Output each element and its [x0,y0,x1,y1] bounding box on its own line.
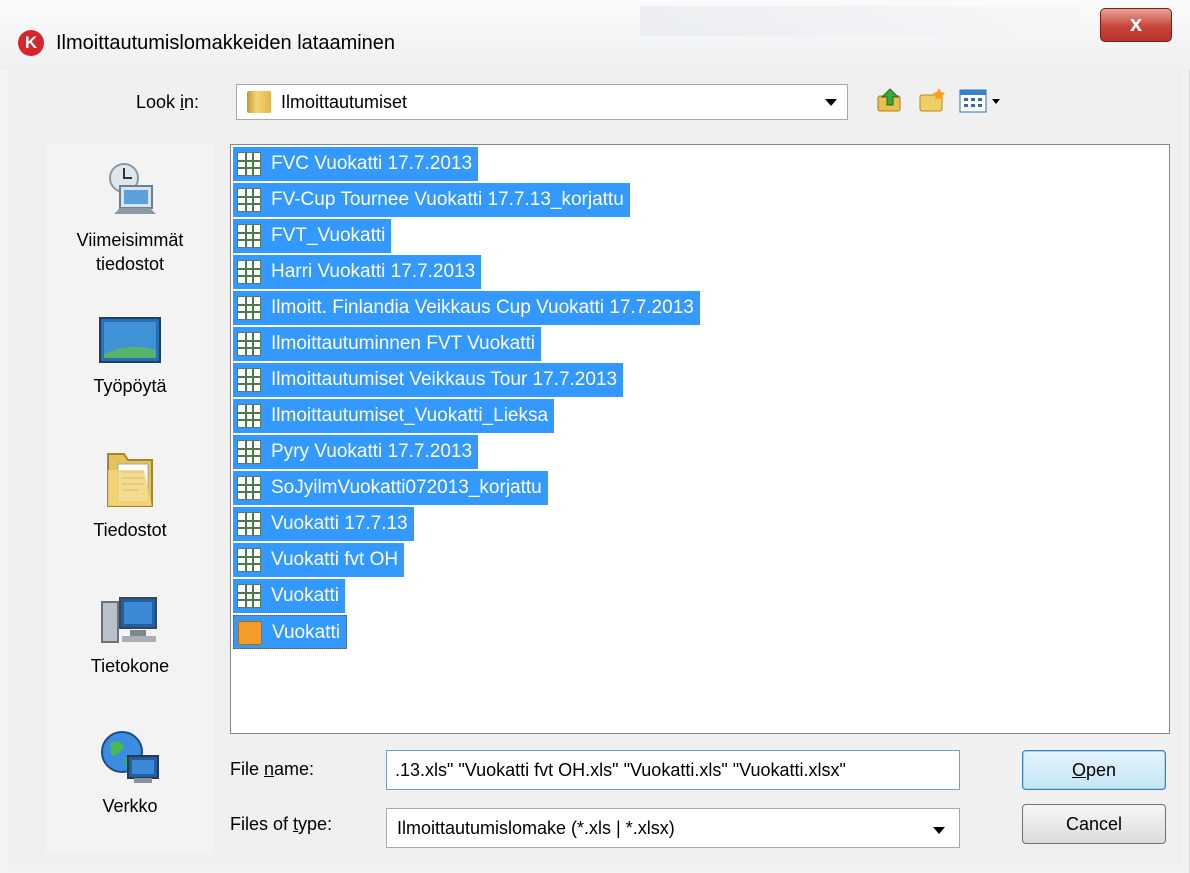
spreadsheet-file-icon [237,368,261,392]
documents-icon [107,453,153,507]
view-menu-icon[interactable] [958,86,1004,114]
place-label: Työpöytä [93,376,167,396]
place-documents[interactable]: Tiedostot [46,448,214,542]
spreadsheet-file-icon [237,224,261,248]
file-item[interactable]: Ilmoittautuminnen FVT Vuokatti [233,327,542,361]
window-title: Ilmoittautumislomakkeiden lataaminen [56,32,396,54]
spreadsheet-file-icon [237,584,261,608]
filetype-label: Files of type: [230,814,333,834]
lookin-label: Look in: [136,92,200,112]
place-label: Verkko [102,796,158,816]
spreadsheet-file-icon [237,260,261,284]
place-label: Viimeisimmät tiedostot [76,230,184,274]
spreadsheet-file-icon [237,152,261,176]
place-label: Tietokone [90,656,170,676]
file-item[interactable]: Ilmoitt. Finlandia Veikkaus Cup Vuokatti… [233,291,700,325]
spreadsheet-file-icon [237,296,261,320]
xlsx-file-icon [238,621,262,645]
title-bar: K Ilmoittautumislomakkeiden lataaminen x [0,0,1190,70]
file-item[interactable]: Vuokatti 17.7.13 [233,507,414,541]
place-network[interactable]: Verkko [46,728,214,818]
folder-icon [247,91,271,113]
place-recent[interactable]: Viimeisimmät tiedostot [46,160,214,276]
place-label: Tiedostot [93,520,167,540]
chevron-down-icon [933,827,945,834]
network-icon [101,731,159,783]
up-folder-icon[interactable] [876,86,904,114]
spreadsheet-file-icon [237,404,261,428]
spreadsheet-file-icon [237,188,261,212]
cancel-button[interactable]: Cancel [1022,804,1166,844]
spreadsheet-file-icon [237,332,261,356]
desktop-icon [99,317,161,363]
file-item[interactable]: FVT_Vuokatti [233,219,392,253]
file-item[interactable]: Pyry Vuokatti 17.7.2013 [233,435,479,469]
spreadsheet-file-icon [237,548,261,572]
spreadsheet-file-icon [237,476,261,500]
computer-icon [101,597,157,643]
file-item[interactable]: Vuokatti [233,579,345,613]
filename-label: File name: [230,759,315,779]
close-button[interactable]: x [1100,8,1172,42]
filename-input[interactable]: .13.xls" "Vuokatti fvt OH.xls" "Vuokatti… [386,750,960,790]
open-button[interactable]: Open [1022,750,1166,790]
background-window-ghost [640,6,1080,36]
place-desktop[interactable]: Työpöytä [46,314,214,398]
file-item[interactable]: FVC Vuokatti 17.7.2013 [233,147,479,181]
app-icon: K [18,30,44,56]
filetype-value: Ilmoittautumislomake (*.xls | *.xlsx) [397,818,675,838]
chevron-down-icon [825,99,837,106]
place-computer[interactable]: Tietokone [46,594,214,678]
file-item[interactable]: Harri Vuokatti 17.7.2013 [233,255,482,289]
file-item[interactable]: SoJyilmVuokatti072013_korjattu [233,471,548,505]
file-item[interactable]: Vuokatti [233,615,347,649]
lookin-value: Ilmoittautumiset [281,92,408,112]
spreadsheet-file-icon [237,440,261,464]
file-item[interactable]: Ilmoittautumiset_Vuokatti_Lieksa [233,399,555,433]
new-folder-icon[interactable] [918,86,946,114]
file-item[interactable]: FV-Cup Tournee Vuokatti 17.7.13_korjattu [233,183,630,217]
filetype-dropdown[interactable]: Ilmoittautumislomake (*.xls | *.xlsx) [386,808,960,848]
places-bar: Viimeisimmät tiedostot Työpöytä Tiedosto… [46,144,214,854]
file-item[interactable]: Ilmoittautumiset Veikkaus Tour 17.7.2013 [233,363,624,397]
spreadsheet-file-icon [237,512,261,536]
recent-items-icon [109,163,156,214]
file-list[interactable]: FVC Vuokatti 17.7.2013 FV-Cup Tournee Vu… [230,144,1170,734]
dialog-window: K Ilmoittautumislomakkeiden lataaminen x… [0,0,1190,873]
file-item[interactable]: Vuokatti fvt OH [233,543,405,577]
lookin-dropdown[interactable]: Ilmoittautumiset [236,84,848,120]
